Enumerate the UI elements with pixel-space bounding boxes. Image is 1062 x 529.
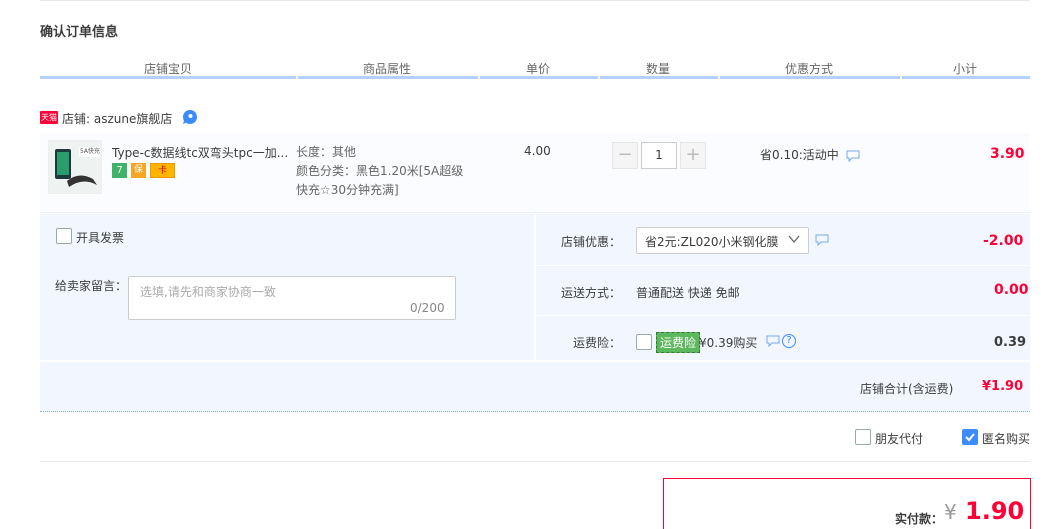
attr-color: 颜色分类：黑色1.20米[5A超级 [296, 164, 464, 178]
insurance-label: 运费险： [573, 336, 622, 350]
chat-bubble-icon[interactable] [182, 109, 198, 125]
item-subtotal: 3.90 [990, 146, 1025, 162]
message-label: 给卖家留言： [55, 279, 128, 293]
product-thumbnail[interactable]: 5A快充 [48, 140, 102, 194]
thumbnail-caption: 5A快充 [80, 148, 100, 155]
attr-color-cont: 快充☆30分钟充满] [296, 183, 399, 197]
insurance-value: ¥0.39购买 [699, 336, 758, 350]
section-divider [40, 461, 1030, 462]
service-icon-7day[interactable]: 7 [112, 163, 127, 178]
header-underline [40, 76, 1030, 79]
coupon-select-value[interactable]: 省2元:ZL020小米钢化膜 [645, 233, 779, 250]
qty-increase-button[interactable]: + [680, 142, 706, 169]
help-icon[interactable]: ? [782, 334, 796, 348]
header-separator [478, 76, 480, 79]
anonymous-label: 匿名购买 [982, 432, 1031, 446]
shop-total-label: 店铺合计(含运费) [860, 382, 954, 396]
tmall-badge: 天猫 [40, 111, 58, 124]
page-title: 确认订单信息 [40, 25, 119, 40]
friend-pay-checkbox[interactable] [855, 429, 871, 445]
col-header-quantity: 数量 [645, 62, 670, 76]
anonymous-checkbox[interactable] [962, 429, 978, 445]
insurance-badge: 运费险 [656, 332, 701, 353]
service-icon-card[interactable]: 卡 [150, 163, 175, 178]
coupon-label: 店铺优惠： [561, 235, 622, 249]
insurance-checkbox[interactable] [636, 334, 652, 350]
top-divider [40, 0, 1030, 1]
qty-decrease-button[interactable]: − [612, 142, 638, 169]
header-separator [296, 76, 298, 79]
col-header-item: 店铺宝贝 [143, 62, 192, 76]
header-separator [718, 76, 720, 79]
chevron-down-icon[interactable] [787, 232, 801, 246]
col-header-discount: 优惠方式 [784, 62, 833, 76]
options-divider [536, 265, 1030, 266]
header-separator [598, 76, 600, 79]
service-icon-guarantee[interactable]: 保 [131, 163, 146, 178]
payment-currency: ¥ [944, 500, 957, 524]
shop-total-amount: ¥1.90 [982, 379, 1024, 394]
message-placeholder: 选填,请先和商家协商一致 [140, 285, 276, 299]
quantity-input[interactable]: 1 [641, 142, 677, 169]
shipping-label: 运送方式： [561, 286, 622, 300]
message-counter: 0/200 [410, 301, 445, 315]
message-icon[interactable] [846, 150, 860, 162]
shipping-amount: 0.00 [994, 282, 1029, 298]
message-icon[interactable] [815, 234, 829, 246]
attr-length: 长度：其他 [296, 145, 357, 159]
options-divider [536, 315, 1030, 316]
checkmark-icon [965, 433, 975, 442]
message-icon[interactable] [766, 335, 780, 347]
item-title-link[interactable]: Type-c数据线tc双弯头tpc一加... [112, 144, 292, 161]
friend-pay-label: 朋友代付 [875, 432, 924, 446]
unit-price: 4.00 [524, 144, 551, 158]
coupon-amount: -2.00 [983, 233, 1024, 249]
shop-name[interactable]: 店铺: aszune旗舰店 [62, 110, 172, 127]
col-header-subtotal: 小计 [952, 62, 977, 76]
promo-text: 省0.10:活动中 [760, 148, 839, 162]
shipping-value: 普通配送 快递 免邮 [636, 286, 740, 300]
header-separator [900, 76, 902, 79]
payment-label: 实付款： [895, 512, 944, 526]
invoice-checkbox[interactable] [56, 228, 72, 244]
invoice-label: 开具发票 [76, 231, 125, 245]
col-header-price: 单价 [525, 62, 550, 76]
payment-amount: 1.90 [965, 497, 1025, 525]
insurance-amount: 0.39 [994, 335, 1027, 350]
col-header-attributes: 商品属性 [362, 62, 411, 76]
